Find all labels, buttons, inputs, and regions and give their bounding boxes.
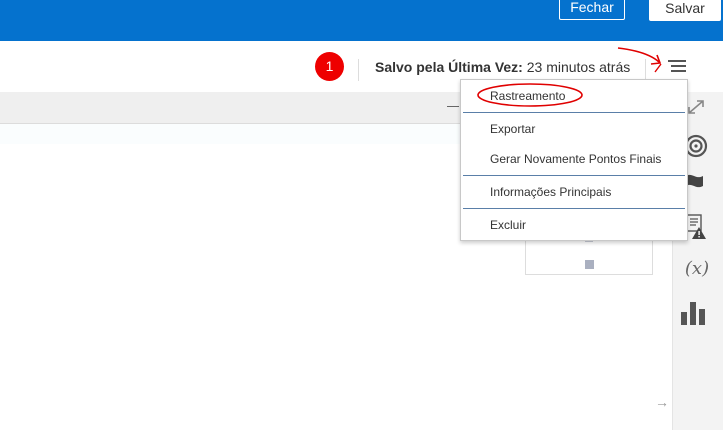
bar-chart-icon[interactable] <box>680 300 706 326</box>
menu-item-informacoes-principais[interactable]: Informações Principais <box>461 179 687 205</box>
warning-list-icon[interactable] <box>686 214 708 240</box>
last-saved-status: Salvo pela Última Vez: 23 minutos atrás <box>375 59 630 75</box>
variable-icon[interactable]: (x) <box>677 258 717 279</box>
expand-icon[interactable] <box>686 98 706 116</box>
menu-item-excluir[interactable]: Excluir <box>461 212 687 238</box>
menu-divider <box>463 208 685 209</box>
menu-divider <box>463 175 685 176</box>
arrow-right-icon[interactable]: → <box>655 394 669 410</box>
app-header: Fechar Salvar <box>0 0 723 41</box>
annotation-arrow <box>617 47 662 73</box>
zoom-out-icon[interactable] <box>447 106 459 107</box>
toolbar-divider <box>358 59 359 81</box>
save-button[interactable]: Salvar <box>649 0 721 21</box>
hamburger-menu-icon[interactable] <box>668 60 686 74</box>
annotation-ellipse <box>477 83 583 107</box>
menu-item-gerar-pontos-finais[interactable]: Gerar Novamente Pontos Finais <box>461 146 687 172</box>
messages-badge[interactable]: 1 <box>315 52 344 81</box>
last-saved-label: Salvo pela Última Vez: <box>375 59 523 75</box>
menu-item-exportar[interactable]: Exportar <box>461 116 687 142</box>
flag-icon[interactable] <box>686 172 710 192</box>
node-handle <box>585 260 594 269</box>
close-button[interactable]: Fechar <box>559 0 625 20</box>
menu-divider <box>463 112 685 113</box>
